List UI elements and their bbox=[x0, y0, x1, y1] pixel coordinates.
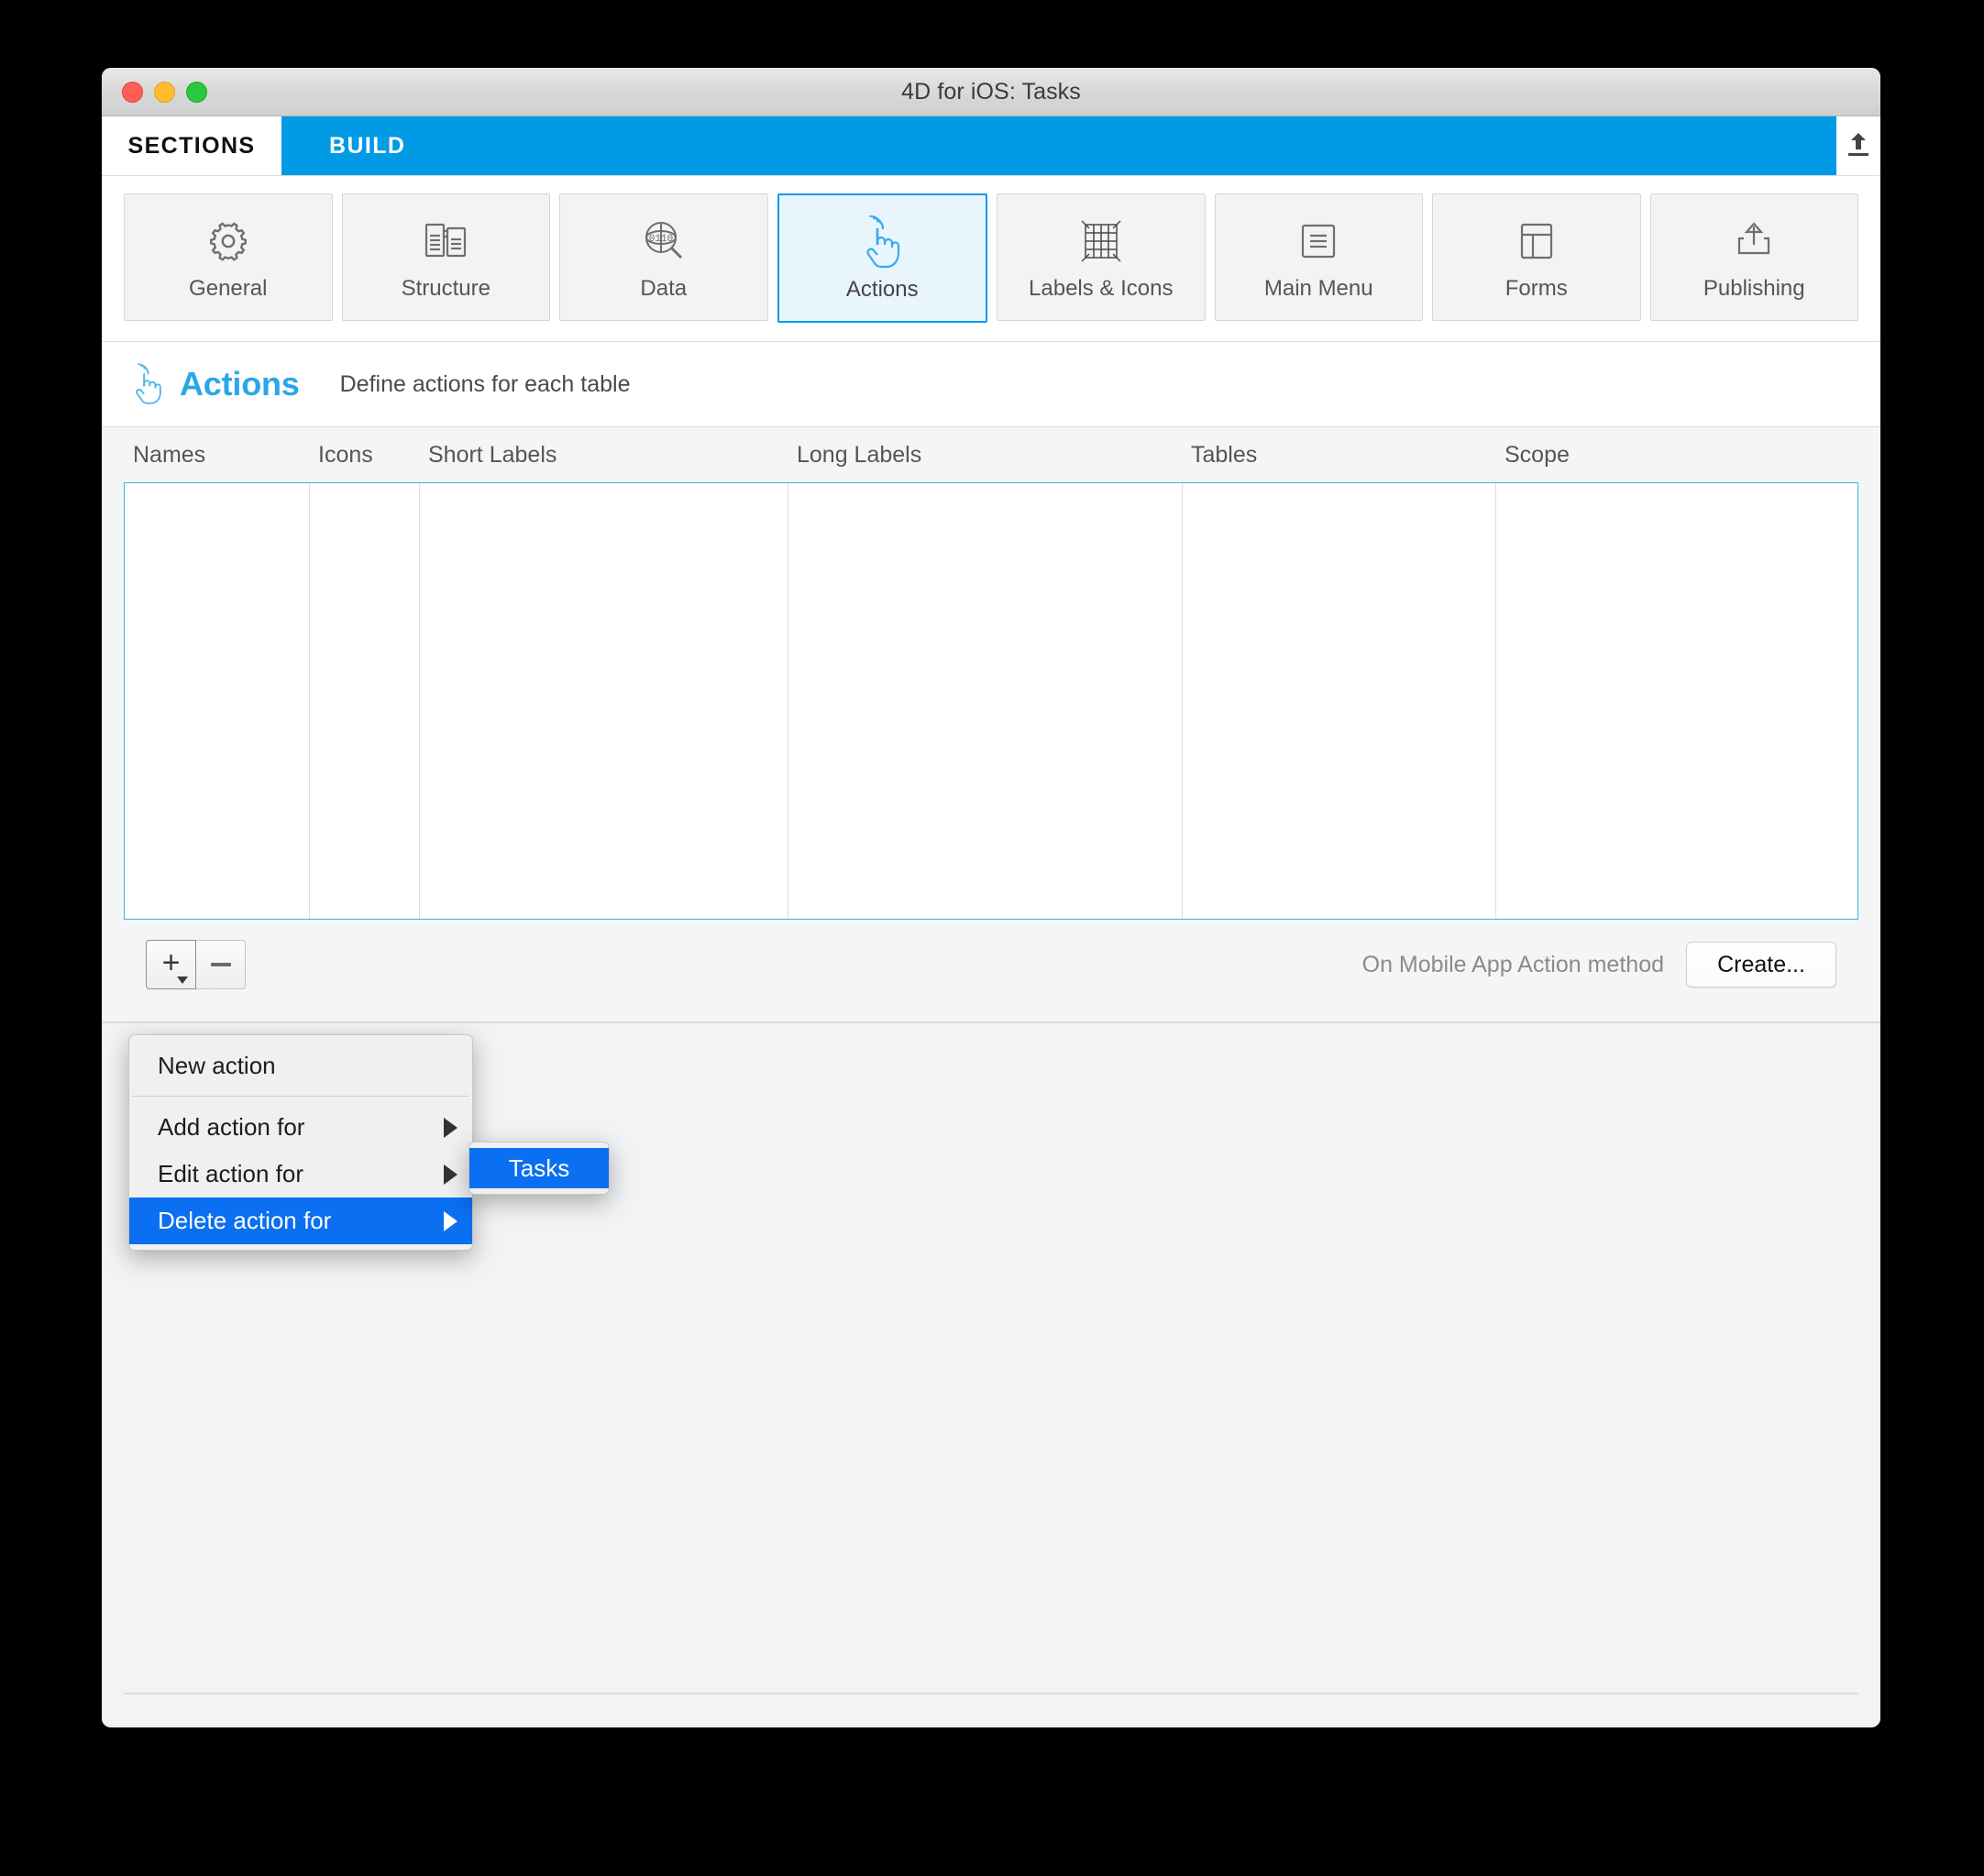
structure-icon bbox=[420, 213, 471, 270]
column-header-short-labels[interactable]: Short Labels bbox=[419, 442, 788, 469]
tab-build-label: BUILD bbox=[329, 132, 406, 159]
section-tile-general-label: General bbox=[189, 276, 268, 301]
page-title: Actions bbox=[180, 365, 300, 403]
column-header-names[interactable]: Names bbox=[124, 442, 309, 469]
section-tile-main-menu[interactable]: Main Menu bbox=[1214, 193, 1423, 321]
column-header-icons[interactable]: Icons bbox=[309, 442, 419, 469]
window-title: 4D for iOS: Tasks bbox=[901, 79, 1081, 105]
panel-divider bbox=[124, 1693, 1858, 1694]
tab-sections[interactable]: SECTIONS bbox=[102, 116, 281, 175]
section-tile-data-label: Data bbox=[640, 276, 688, 301]
section-tile-publishing-label: Publishing bbox=[1703, 276, 1805, 301]
section-tile-actions-label: Actions bbox=[845, 277, 919, 302]
submenu-item-tasks[interactable]: Tasks bbox=[469, 1148, 609, 1188]
tap-hand-icon bbox=[127, 360, 169, 408]
tab-build[interactable]: BUILD bbox=[281, 116, 1836, 175]
submenu-item-tasks-label: Tasks bbox=[508, 1153, 570, 1182]
section-tile-actions[interactable]: Actions bbox=[777, 193, 987, 323]
table-column-names[interactable] bbox=[125, 483, 310, 919]
chevron-right-icon bbox=[444, 1117, 457, 1138]
menu-item-delete-action-for-label: Delete action for bbox=[158, 1207, 332, 1234]
section-tile-labels-icons[interactable]: Labels & Icons bbox=[997, 193, 1206, 321]
table-column-short-labels[interactable] bbox=[420, 483, 788, 919]
column-header-tables[interactable]: Tables bbox=[1182, 442, 1495, 469]
svg-text:0110: 0110 bbox=[649, 234, 673, 245]
upload-icon[interactable] bbox=[1846, 133, 1870, 159]
section-tile-structure[interactable]: Structure bbox=[341, 193, 550, 321]
add-remove-segmented-control: + bbox=[146, 940, 246, 989]
menu-separator bbox=[132, 1096, 469, 1097]
window-titlebar: 4D for iOS: Tasks bbox=[102, 68, 1880, 116]
menu-item-edit-action-for[interactable]: Edit action for bbox=[129, 1151, 472, 1197]
column-header-scope[interactable]: Scope bbox=[1495, 442, 1858, 469]
labels-grid-icon bbox=[1076, 213, 1126, 270]
section-tile-general[interactable]: General bbox=[124, 193, 333, 321]
page-header: Actions Define actions for each table bbox=[102, 342, 1880, 427]
tap-hand-icon bbox=[858, 214, 906, 270]
table-column-tables[interactable] bbox=[1183, 483, 1496, 919]
list-controls: + On Mobile App Action method Create... bbox=[124, 932, 1858, 997]
tab-sections-label: SECTIONS bbox=[127, 132, 256, 159]
section-tile-forms-label: Forms bbox=[1505, 276, 1568, 301]
section-toolbar: General Structure 0110 Data Actions Labe… bbox=[102, 176, 1880, 342]
forms-layout-icon bbox=[1513, 213, 1560, 270]
main-tab-bar: SECTIONS BUILD bbox=[102, 116, 1880, 176]
chevron-right-icon bbox=[444, 1210, 457, 1231]
actions-table[interactable] bbox=[124, 482, 1858, 920]
menu-item-add-action-for[interactable]: Add action for bbox=[129, 1104, 472, 1151]
delete-action-submenu: Tasks bbox=[468, 1142, 610, 1195]
actions-list-area: Names Icons Short Labels Long Labels Tab… bbox=[102, 427, 1880, 1022]
tabbar-actions bbox=[1836, 116, 1880, 175]
section-tile-main-menu-label: Main Menu bbox=[1263, 276, 1373, 301]
method-controls: On Mobile App Action method Create... bbox=[1362, 942, 1836, 988]
create-method-button-label: Create... bbox=[1717, 951, 1805, 977]
section-tile-structure-label: Structure bbox=[401, 276, 490, 301]
remove-action-button[interactable] bbox=[196, 940, 246, 989]
table-column-scope[interactable] bbox=[1496, 483, 1857, 919]
column-header-row: Names Icons Short Labels Long Labels Tab… bbox=[124, 427, 1858, 482]
share-up-icon bbox=[1729, 213, 1779, 270]
add-action-context-menu: New action Add action for Edit action fo… bbox=[128, 1034, 473, 1251]
page-subtitle: Define actions for each table bbox=[339, 370, 631, 397]
gear-icon bbox=[203, 213, 254, 270]
section-tile-publishing[interactable]: Publishing bbox=[1649, 193, 1858, 321]
add-action-button[interactable]: + bbox=[146, 940, 196, 989]
chevron-down-icon bbox=[177, 977, 188, 984]
add-action-button-label: + bbox=[161, 945, 181, 980]
app-window: 4D for iOS: Tasks SECTIONS BUILD General bbox=[102, 68, 1880, 1727]
menu-item-new-action[interactable]: New action bbox=[129, 1043, 472, 1089]
column-header-long-labels[interactable]: Long Labels bbox=[788, 442, 1182, 469]
section-tile-data[interactable]: 0110 Data bbox=[559, 193, 768, 321]
table-column-icons[interactable] bbox=[310, 483, 420, 919]
menu-lines-icon bbox=[1295, 213, 1342, 270]
chevron-right-icon bbox=[444, 1164, 457, 1185]
minus-icon bbox=[210, 963, 231, 966]
section-tile-forms[interactable]: Forms bbox=[1432, 193, 1641, 321]
menu-item-edit-action-for-label: Edit action for bbox=[158, 1160, 303, 1187]
section-tile-labels-icons-label: Labels & Icons bbox=[1029, 276, 1174, 301]
menu-item-add-action-for-label: Add action for bbox=[158, 1113, 305, 1141]
table-column-long-labels[interactable] bbox=[788, 483, 1183, 919]
data-search-icon: 0110 bbox=[638, 213, 689, 270]
create-method-button[interactable]: Create... bbox=[1686, 942, 1836, 988]
menu-item-new-action-label: New action bbox=[158, 1052, 276, 1079]
menu-item-delete-action-for[interactable]: Delete action for bbox=[129, 1197, 472, 1244]
method-label: On Mobile App Action method bbox=[1361, 951, 1664, 977]
